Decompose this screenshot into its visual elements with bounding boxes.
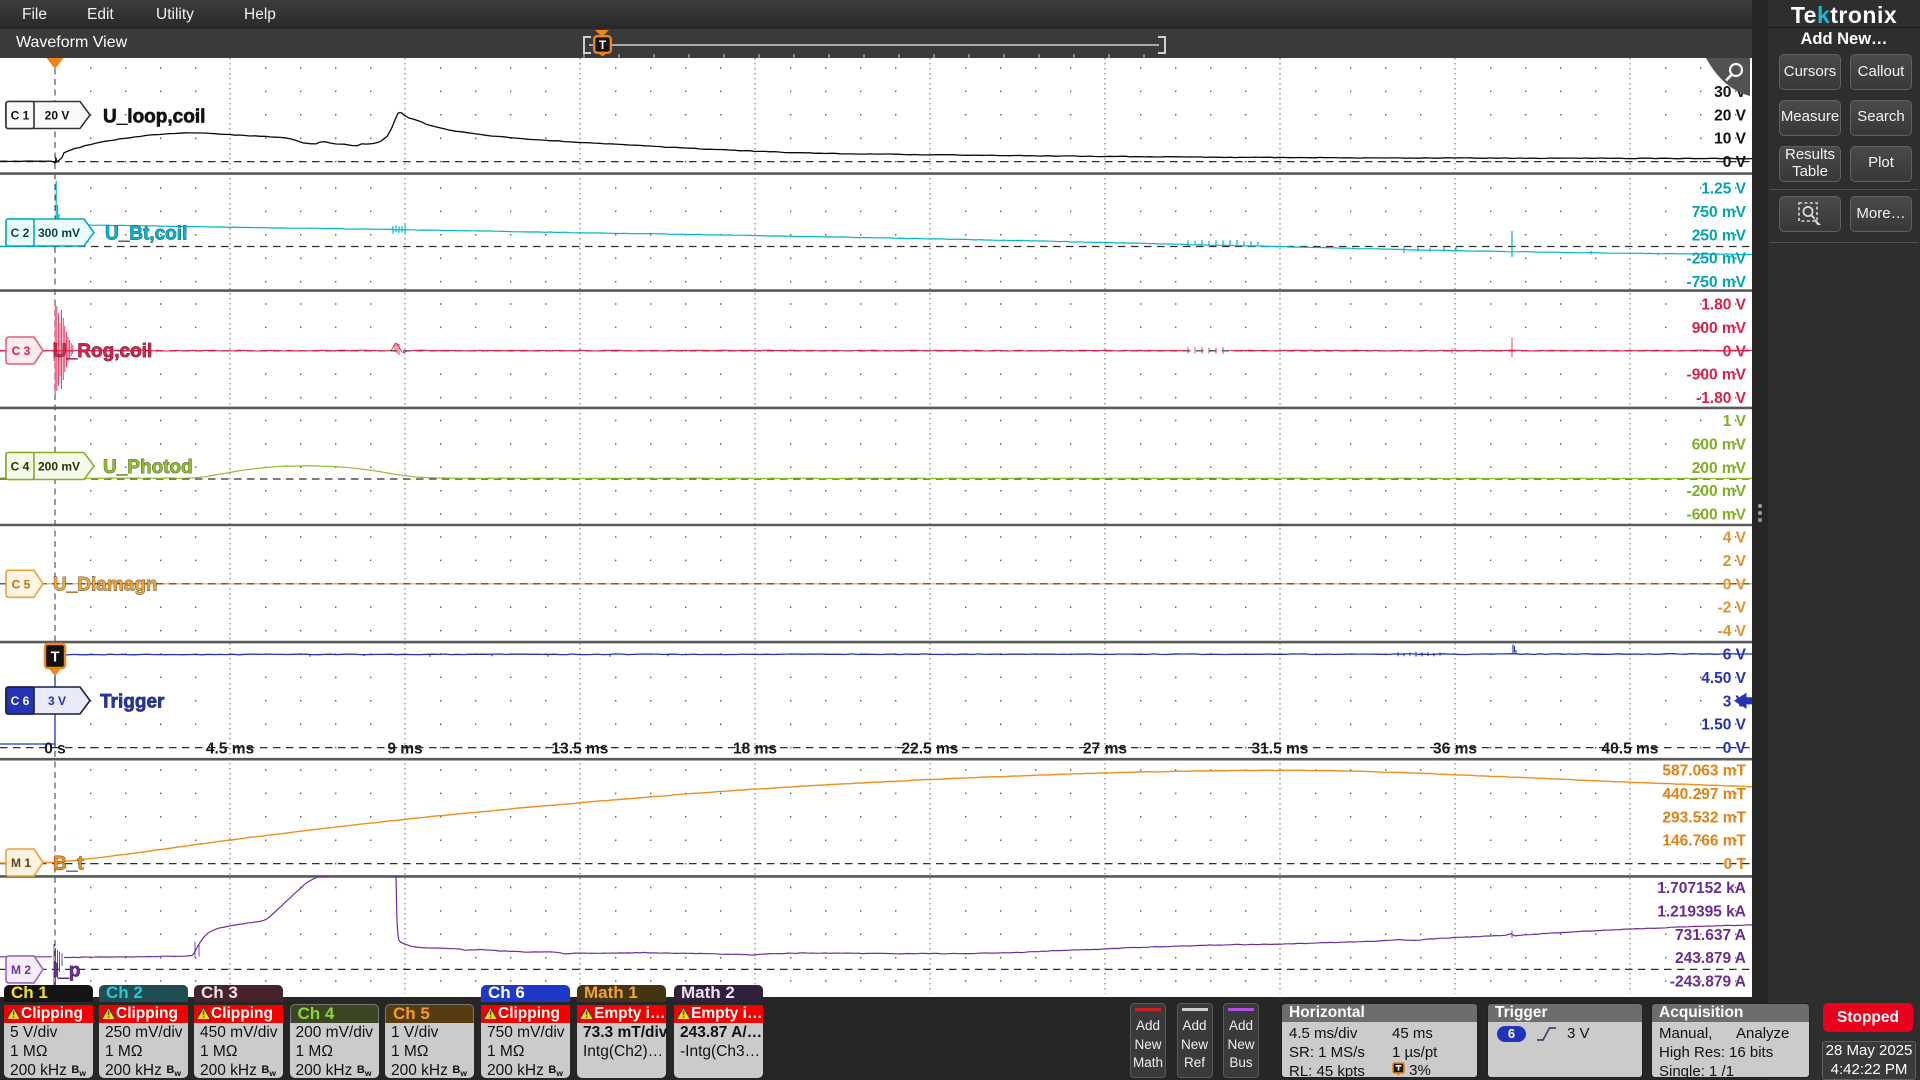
svg-text:-4 V: -4 V: [1718, 623, 1747, 640]
svg-text:4 V: 4 V: [1723, 530, 1747, 547]
svg-text:C 4: C 4: [11, 460, 30, 474]
svg-text:4.50 V: 4.50 V: [1701, 670, 1746, 687]
svg-text:T: T: [51, 650, 60, 666]
svg-text:1.707152 kA: 1.707152 kA: [1657, 880, 1746, 897]
svg-text:-900 mV: -900 mV: [1687, 367, 1747, 384]
svg-text:200 mV: 200 mV: [1692, 460, 1747, 477]
svg-text:22.5 ms: 22.5 ms: [902, 741, 959, 758]
svg-text:0 V: 0 V: [1723, 343, 1747, 360]
svg-text:250 mV: 250 mV: [1692, 227, 1747, 244]
svg-text:300 mV: 300 mV: [38, 226, 80, 240]
svg-text:293.532 mT: 293.532 mT: [1662, 809, 1746, 826]
svg-text:1.25 V: 1.25 V: [1701, 181, 1746, 198]
svg-text:U_Photod: U_Photod: [103, 457, 193, 478]
svg-text:10 V: 10 V: [1714, 131, 1747, 148]
svg-text:Trigger: Trigger: [100, 692, 165, 713]
svg-text:20 V: 20 V: [1714, 107, 1747, 124]
svg-text:C 2: C 2: [11, 226, 30, 240]
svg-text:36 ms: 36 ms: [1433, 741, 1477, 758]
svg-text:0 T: 0 T: [1724, 856, 1747, 873]
svg-text:27 ms: 27 ms: [1083, 741, 1127, 758]
svg-text:M 2: M 2: [11, 963, 31, 977]
svg-text:B_t: B_t: [53, 854, 84, 875]
svg-text:2 V: 2 V: [1723, 553, 1747, 570]
svg-text:C 5: C 5: [12, 577, 31, 591]
svg-text:1.80 V: 1.80 V: [1701, 297, 1746, 314]
svg-text:0 V: 0 V: [1723, 740, 1747, 757]
svg-text:-2 V: -2 V: [1718, 600, 1747, 617]
svg-text:M 1: M 1: [11, 856, 31, 870]
svg-text:40.5 ms: 40.5 ms: [1602, 741, 1659, 758]
svg-text:900 mV: 900 mV: [1692, 320, 1747, 337]
svg-text:U_loop,coil: U_loop,coil: [103, 107, 205, 128]
svg-text:U_Diamagn: U_Diamagn: [53, 575, 158, 596]
svg-text:-750 mV: -750 mV: [1687, 274, 1747, 291]
svg-text:U_Rog,coil: U_Rog,coil: [53, 341, 152, 362]
svg-text:-600 mV: -600 mV: [1687, 507, 1747, 524]
svg-text:0 V: 0 V: [1723, 576, 1747, 593]
svg-text:243.879 A: 243.879 A: [1675, 950, 1746, 967]
svg-text:6 V: 6 V: [1723, 647, 1747, 664]
svg-text:146.766 mT: 146.766 mT: [1662, 833, 1746, 850]
svg-text:1.50 V: 1.50 V: [1701, 717, 1746, 734]
svg-text:18 ms: 18 ms: [733, 741, 777, 758]
svg-text:200 mV: 200 mV: [38, 460, 80, 474]
svg-text:731.637 A: 731.637 A: [1675, 927, 1746, 944]
svg-text:0 V: 0 V: [1723, 154, 1747, 171]
svg-text:C 3: C 3: [12, 344, 31, 358]
svg-text:3 V: 3 V: [48, 694, 66, 708]
svg-text:1 V: 1 V: [1723, 413, 1747, 430]
svg-text:C 6: C 6: [11, 694, 30, 708]
svg-text:1.219395 kA: 1.219395 kA: [1657, 903, 1746, 920]
svg-text:13.5 ms: 13.5 ms: [552, 741, 609, 758]
svg-text:587.063 mT: 587.063 mT: [1662, 763, 1746, 780]
svg-text:31.5 ms: 31.5 ms: [1252, 741, 1309, 758]
svg-text:U_Bt,coil: U_Bt,coil: [105, 224, 187, 245]
svg-text:9 ms: 9 ms: [387, 741, 422, 758]
svg-text:-243.879 A: -243.879 A: [1670, 974, 1746, 991]
svg-text:-200 mV: -200 mV: [1687, 483, 1747, 500]
svg-text:T: T: [599, 38, 607, 52]
svg-text:-1.80 V: -1.80 V: [1696, 390, 1747, 407]
svg-text:600 mV: 600 mV: [1692, 436, 1747, 453]
svg-text:440.297 mT: 440.297 mT: [1662, 786, 1746, 803]
svg-text:750 mV: 750 mV: [1692, 204, 1747, 221]
svg-text:0 s: 0 s: [44, 741, 66, 758]
svg-text:4.5 ms: 4.5 ms: [206, 741, 254, 758]
svg-text:C 1: C 1: [11, 109, 30, 123]
svg-text:-250 mV: -250 mV: [1687, 251, 1747, 268]
svg-text:20 V: 20 V: [45, 109, 70, 123]
svg-text:I_p: I_p: [53, 961, 80, 982]
